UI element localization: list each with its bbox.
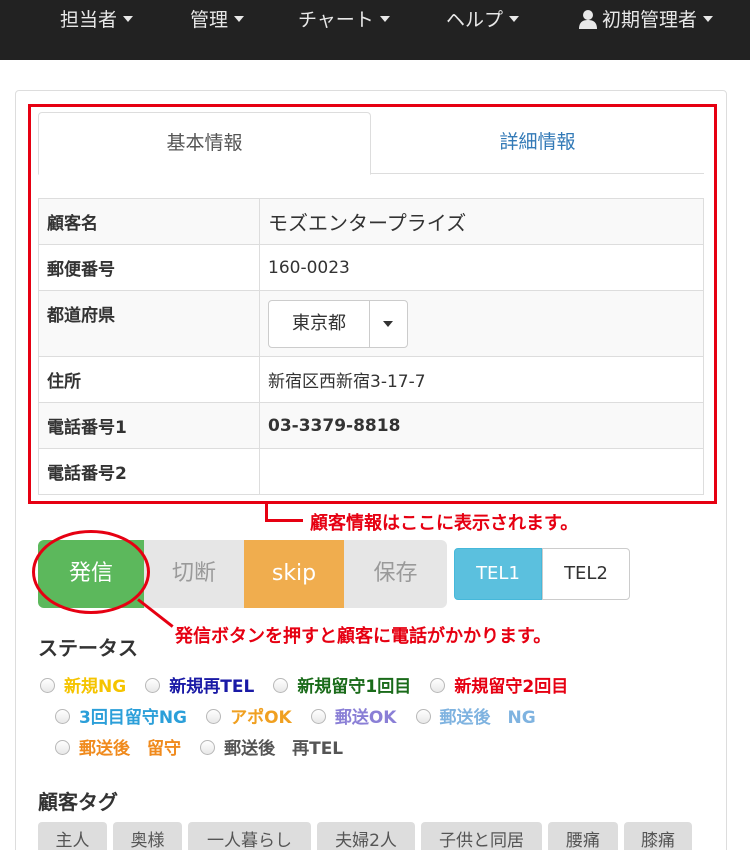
tel2-button[interactable]: TEL2 [542, 548, 630, 600]
status-option-new-absent2[interactable]: 新規留守2回目 [430, 672, 568, 697]
customer-tag-title: 顧客タグ [38, 790, 118, 814]
radio-icon [430, 678, 446, 693]
status-option-new-retel[interactable]: 新規再TEL [145, 672, 254, 697]
status-label: 郵送OK [334, 708, 397, 728]
customer-name-value: モズエンタープライズ [259, 198, 704, 245]
status-option-new-absent1[interactable]: 新規留守1回目 [273, 672, 411, 697]
nav-menu-staff-label: 担当者 [60, 9, 118, 31]
prefecture-selected-value: 東京都 [269, 300, 370, 347]
nav-menu-admin[interactable]: 管理 [190, 0, 245, 40]
nav-user-name: 初期管理者 [602, 9, 698, 31]
status-radio-row: 3回目留守NG アポOK 郵送OK 郵送後 NG [55, 703, 550, 729]
radio-icon [206, 709, 222, 724]
tab-basic-info[interactable]: 基本情報 [38, 112, 371, 175]
phone1-value: 03-3379-8818 [259, 402, 704, 449]
radio-icon [55, 740, 70, 755]
radio-icon [273, 678, 289, 693]
phone2-value [259, 448, 704, 495]
tag-back-pain[interactable]: 腰痛 [548, 822, 618, 850]
nav-menu-help-label: ヘルプ [446, 9, 504, 31]
status-label: 郵送後 再TEL [224, 739, 344, 759]
customer-info-table: 顧客名 モズエンタープライズ 郵便番号 160-0023 都道府県 東京都 住所… [38, 198, 704, 495]
table-row: 電話番号1 03-3379-8818 [38, 402, 704, 449]
status-label: 郵送後 留守 [79, 739, 181, 759]
status-radio-row: 郵送後 留守 郵送後 再TEL [55, 734, 357, 760]
status-radio-row: 新規NG 新規再TEL 新規留守1回目 新規留守2回目 [40, 672, 582, 698]
tab-detail-info[interactable]: 詳細情報 [371, 112, 704, 174]
top-navbar: 担当者 管理 チャート ヘルプ 初期管理者 [0, 0, 750, 60]
caret-down-icon [123, 16, 134, 22]
row-label: 都道府県 [38, 290, 260, 357]
tag-with-children[interactable]: 子供と同居 [421, 822, 542, 850]
status-label: アポOK [230, 708, 292, 728]
radio-icon [145, 678, 161, 693]
nav-menu-chart[interactable]: チャート [298, 0, 390, 40]
info-tabs: 基本情報 詳細情報 [38, 112, 704, 175]
caret-down-icon [509, 16, 520, 22]
radio-icon [55, 709, 70, 724]
radio-icon [310, 709, 326, 724]
postal-code-value: 160-0023 [259, 244, 704, 291]
status-label: 新規留守2回目 [454, 677, 569, 697]
nav-menu-user[interactable]: 初期管理者 [578, 0, 714, 40]
table-row: 住所 新宿区西新宿3-17-7 [38, 356, 704, 403]
tag-knee-pain[interactable]: 膝痛 [624, 822, 692, 850]
status-label: 郵送後 NG [439, 708, 536, 728]
call-button[interactable]: 発信 [38, 540, 144, 608]
row-label: 住所 [38, 356, 260, 403]
status-option-after-mail-absent[interactable]: 郵送後 留守 [55, 734, 181, 759]
caret-down-icon [234, 16, 245, 22]
call-callout-text: 発信ボタンを押すと顧客に電話がかかります。 [175, 626, 552, 647]
row-label: 電話番号1 [38, 402, 260, 449]
nav-menu-staff[interactable]: 担当者 [60, 0, 134, 40]
status-label: 3回目留守NG [79, 708, 188, 728]
address-value: 新宿区西新宿3-17-7 [259, 356, 704, 403]
nav-menu-admin-label: 管理 [190, 9, 229, 31]
nav-menu-chart-label: チャート [298, 9, 374, 31]
status-option-after-mail-retel[interactable]: 郵送後 再TEL [200, 734, 343, 759]
table-row: 都道府県 東京都 [38, 290, 704, 357]
status-label: 新規再TEL [169, 677, 255, 697]
info-callout-text: 顧客情報はここに表示されます。 [310, 513, 579, 534]
status-option-3rd-absent-ng[interactable]: 3回目留守NG [55, 703, 187, 728]
radio-icon [200, 740, 216, 755]
row-label: 顧客名 [38, 198, 260, 245]
table-row: 顧客名 モズエンタープライズ [38, 198, 704, 245]
status-label: 新規留守1回目 [297, 677, 412, 697]
status-title: ステータス [38, 636, 138, 660]
tag-couple[interactable]: 夫婦2人 [317, 822, 415, 850]
caret-down-icon [703, 16, 714, 22]
status-label: 新規NG [64, 677, 127, 697]
row-label: 電話番号2 [38, 448, 260, 495]
prefecture-cell: 東京都 [259, 290, 704, 357]
tag-living-alone[interactable]: 一人暮らし [188, 822, 311, 850]
save-button[interactable]: 保存 [344, 540, 447, 608]
table-row: 電話番号2 [38, 448, 704, 495]
tag-wife[interactable]: 奥様 [113, 822, 182, 850]
caret-down-icon [383, 320, 393, 327]
status-option-new-ng[interactable]: 新規NG [40, 672, 126, 697]
callout-connector [265, 519, 303, 522]
tag-husband[interactable]: 主人 [38, 822, 107, 850]
radio-icon [40, 678, 55, 693]
hangup-button[interactable]: 切断 [144, 540, 244, 608]
status-option-appo-ok[interactable]: アポOK [206, 703, 292, 728]
table-row: 郵便番号 160-0023 [38, 244, 704, 291]
caret-down-icon [379, 16, 390, 22]
status-option-mail-ok[interactable]: 郵送OK [310, 703, 397, 728]
row-label: 郵便番号 [38, 244, 260, 291]
radio-icon [415, 709, 431, 724]
status-option-after-mail-ng[interactable]: 郵送後 NG [415, 703, 536, 728]
nav-menu-help[interactable]: ヘルプ [446, 0, 520, 40]
skip-button[interactable]: skip [244, 540, 344, 608]
prefecture-select[interactable]: 東京都 [268, 299, 408, 348]
user-icon [579, 9, 597, 29]
tel1-button[interactable]: TEL1 [454, 548, 542, 600]
